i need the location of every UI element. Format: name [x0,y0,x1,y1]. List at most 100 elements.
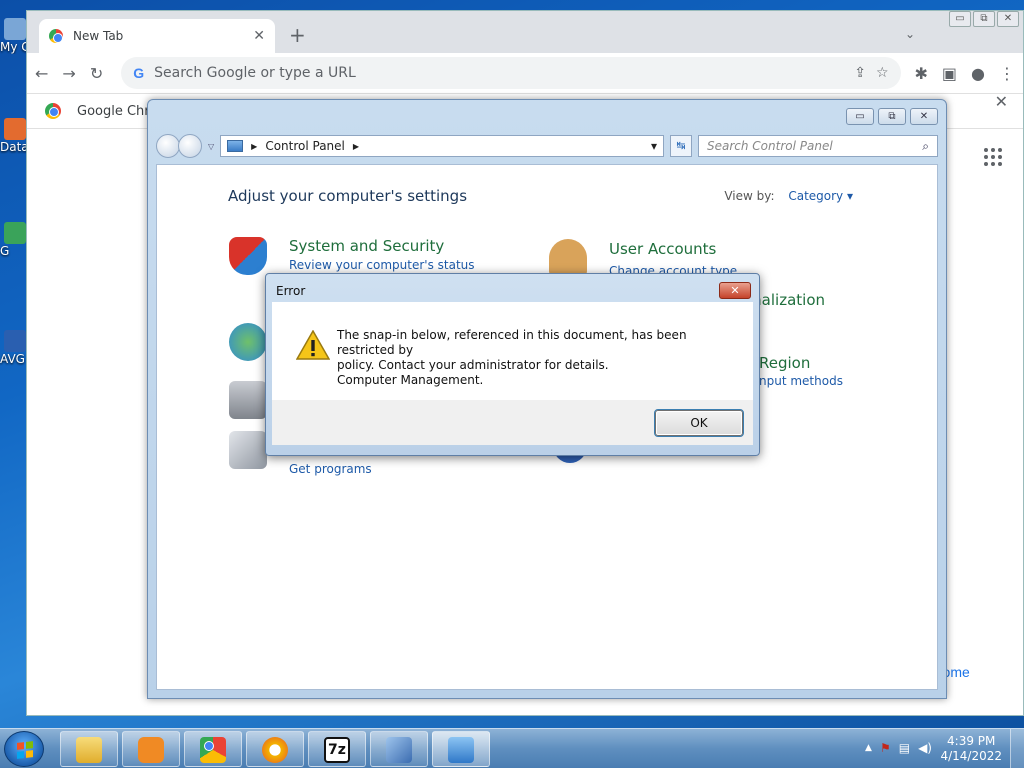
search-icon[interactable]: ⌕ [922,139,929,154]
link-review-status[interactable]: Review your computer's status [289,258,475,272]
breadcrumb-control-panel[interactable]: Control Panel [265,139,345,153]
clock-date: 4/14/2022 [940,749,1002,763]
7zip-icon: 7z [324,737,350,763]
close-tab-icon[interactable]: ✕ [253,28,265,44]
search-input[interactable]: Search Control Panel ⌕ [698,135,938,157]
desktop-icon-label: G [0,244,10,258]
page-title: Adjust your computer's settings [228,187,468,205]
reload-icon[interactable]: ↻ [90,64,103,83]
refresh-icon[interactable]: ↹ [670,135,692,157]
show-desktop-button[interactable] [1010,729,1024,768]
clock[interactable]: 4:39 PM 4/14/2022 [940,734,1002,764]
volume-icon[interactable]: ◀) [918,741,932,755]
tab-new-tab[interactable]: New Tab ✕ [39,19,275,53]
side-panel-icon[interactable]: ▣ [942,64,957,83]
ok-button[interactable]: OK [654,409,744,437]
omnibox-placeholder: Search Google or type a URL [154,65,356,81]
windows-logo-icon [17,741,33,759]
category-user-accounts[interactable]: User Accounts [609,240,716,258]
taskbar: 7z ▲ ⚑ ▤ ◀) 4:39 PM 4/14/2022 [0,728,1024,768]
chrome-icon [45,103,61,119]
share-icon[interactable]: ⇪ [854,65,866,81]
network-icon [229,323,267,361]
chrome-icon [49,29,63,43]
link-input-methods[interactable]: nput methods [759,374,843,388]
tab-title: New Tab [73,29,124,43]
shield-icon [229,237,267,275]
forward-button[interactable] [178,134,202,158]
clock-time: 4:39 PM [947,734,996,748]
close-button[interactable]: ✕ [997,11,1019,27]
action-center-icon[interactable]: ⚑ [880,741,891,755]
taskbar-avg[interactable] [246,731,304,767]
media-player-icon [138,737,164,763]
taskbar-control-panel[interactable] [432,731,490,767]
category-clock-region[interactable]: Region [759,354,810,372]
desktop-icon-g[interactable]: G [0,222,26,258]
tab-search-icon[interactable]: ⌄ [905,27,915,41]
category-system-and-security[interactable]: System and Security [289,237,444,255]
forward-icon[interactable]: → [62,64,75,83]
link-get-programs[interactable]: Get programs [289,462,372,476]
system-tray: ▲ ⚑ ▤ ◀) [865,741,932,755]
address-dropdown-icon[interactable]: ▾ [651,139,657,153]
hardware-icon [229,381,267,419]
browser-toolbar: ← → ↻ G Search Google or type a URL ⇪ ☆ … [27,53,1023,93]
restore-button[interactable]: ⧉ [973,11,995,27]
error-dialog: Error ✕ The snap-in below, referenced in… [265,273,760,456]
omnibox[interactable]: G Search Google or type a URL ⇪ ☆ [121,57,901,89]
control-panel-icon [227,140,244,152]
view-by-dropdown[interactable]: Category ▾ [788,189,853,203]
control-panel-window-controls: ▭ ⧉ ✕ [846,108,938,125]
minimize-button[interactable]: ▭ [846,108,874,125]
breadcrumb-arrow-icon[interactable]: ▶ [353,142,359,151]
show-hidden-icons-icon[interactable]: ▲ [865,741,872,755]
folder-icon [76,737,102,763]
desktop-icon-avg[interactable]: AVG [0,330,26,366]
desktop-icon-label: AVG [0,352,25,366]
dialog-title: Error [276,284,306,298]
error-message-line: Computer Management. [337,373,484,387]
error-message-line: policy. Contact your administrator for d… [337,358,609,372]
taskbar-network[interactable] [370,731,428,767]
recent-pages-icon[interactable]: ▽ [208,142,214,151]
shortcut-icon [4,222,26,244]
restore-button[interactable]: ⧉ [878,108,906,125]
infobar-close-icon[interactable]: ✕ [995,92,1008,111]
google-apps-icon[interactable] [984,148,1002,166]
start-button[interactable] [4,731,44,767]
taskbar-7zip[interactable]: 7z [308,731,366,767]
infobar-text: Google Chr [77,103,150,119]
star-icon[interactable]: ☆ [876,65,889,81]
tab-strip: New Tab ✕ + ⌄ ▭ ⧉ ✕ [27,11,1023,53]
chrome-icon [200,737,226,763]
desktop-icon-data[interactable]: Data [0,118,26,154]
menu-icon[interactable]: ⋮ [999,64,1015,83]
close-button[interactable]: ✕ [910,108,938,125]
back-icon[interactable]: ← [35,64,48,83]
breadcrumb-arrow-icon[interactable]: ▶ [251,142,257,151]
warning-icon [296,330,330,360]
computer-icon [4,18,26,40]
profile-icon[interactable]: ● [971,64,985,83]
taskbar-chrome[interactable] [184,731,242,767]
error-message: The snap-in below, referenced in this do… [337,328,733,388]
error-message-line: The snap-in below, referenced in this do… [337,328,687,357]
extensions-icon[interactable]: ✱ [915,64,928,83]
back-button[interactable] [156,134,180,158]
shortcut-icon [4,118,26,140]
chrome-window-controls: ▭ ⧉ ✕ [949,11,1019,27]
taskbar-media-player[interactable] [122,731,180,767]
control-panel-icon [448,737,474,763]
close-button[interactable]: ✕ [719,282,751,299]
shortcut-icon [4,330,26,352]
new-tab-button[interactable]: + [289,25,306,45]
desktop-icon-computer[interactable]: My C [0,18,26,54]
view-by-label: View by: [724,189,775,203]
network-tray-icon[interactable]: ▤ [899,741,910,755]
taskbar-explorer[interactable] [60,731,118,767]
address-bar[interactable]: ▶ Control Panel ▶ ▾ [220,135,664,157]
avg-icon [262,737,288,763]
minimize-button[interactable]: ▭ [949,11,971,27]
network-computer-icon [386,737,412,763]
